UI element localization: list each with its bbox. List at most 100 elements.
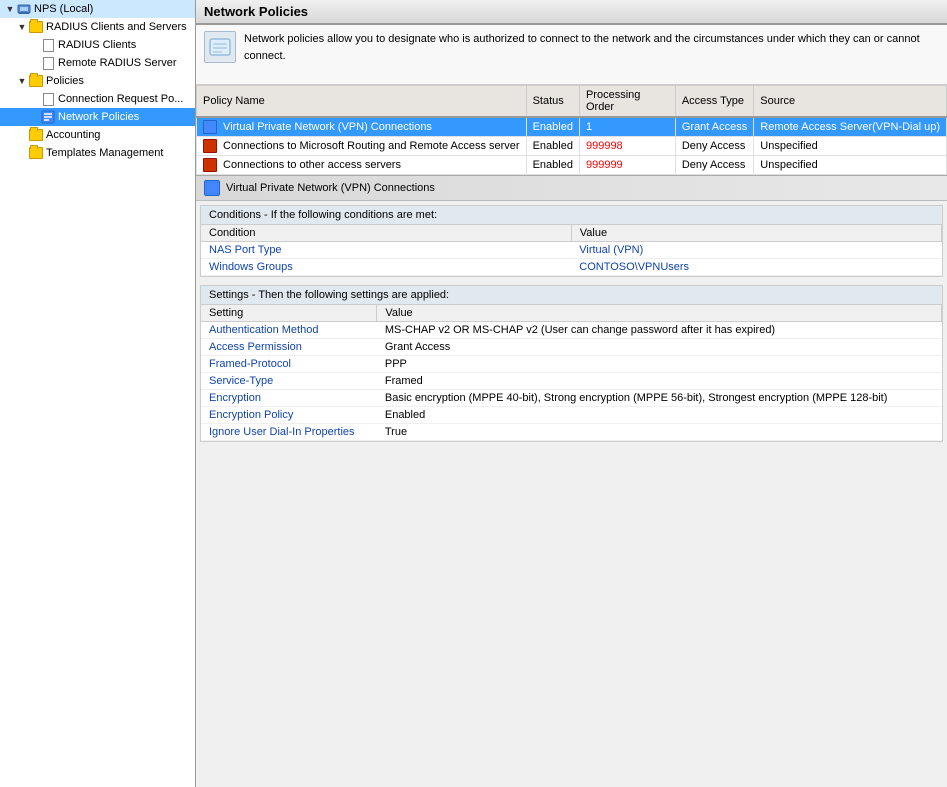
conditions-section: Conditions - If the following conditions… [200,205,943,277]
setting-row[interactable]: Ignore User Dial-In Properties True [201,424,942,441]
cell-policy-name: Connections to other access servers [197,156,527,175]
detail-header-icon [204,180,220,196]
setting-row[interactable]: Access Permission Grant Access [201,339,942,356]
setting-name: Framed-Protocol [201,356,377,373]
cell-order: 1 [579,117,675,137]
conditions-table: Condition Value NAS Port Type Virtual (V… [201,225,942,276]
cell-source: Unspecified [754,137,947,156]
setting-value: True [377,424,942,441]
settings-table: Setting Value Authentication Method MS-C… [201,305,942,441]
table-row[interactable]: Connections to Microsoft Routing and Rem… [197,137,947,156]
settings-col-setting: Setting [201,305,377,322]
sidebar-item-connection-request[interactable]: Connection Request Po... [0,90,195,108]
panel-title: Network Policies [204,4,308,19]
setting-row[interactable]: Framed-Protocol PPP [201,356,942,373]
cell-access-type: Deny Access [675,156,753,175]
sidebar-label-accounting: Accounting [46,129,100,141]
sidebar-label-policies: Policies [46,75,84,87]
setting-name: Encryption Policy [201,407,377,424]
sidebar-label-connection-request: Connection Request Po... [58,93,183,105]
cell-policy-name: Connections to Microsoft Routing and Rem… [197,137,527,156]
sidebar-item-remote-radius[interactable]: Remote RADIUS Server [0,54,195,72]
condition-row[interactable]: NAS Port Type Virtual (VPN) [201,242,942,259]
cell-order: 999999 [579,156,675,175]
table-row[interactable]: Virtual Private Network (VPN) Connection… [197,117,947,137]
setting-name: Authentication Method [201,322,377,339]
remote-radius-icon [40,55,56,71]
col-policy-name[interactable]: Policy Name [197,86,527,118]
expand-arrow-radius: ▼ [16,21,28,33]
sidebar-item-nps-local[interactable]: ▼ NPS (Local) [0,0,195,18]
cell-status: Enabled [526,137,579,156]
setting-name: Service-Type [201,373,377,390]
sidebar-label-radius: RADIUS Clients and Servers [46,21,187,33]
col-processing-order[interactable]: Processing Order [579,86,675,118]
col-access-type[interactable]: Access Type [675,86,753,118]
cell-status: Enabled [526,117,579,137]
panel-header: Network Policies [196,0,947,25]
setting-value: Framed [377,373,942,390]
setting-value: Enabled [377,407,942,424]
sidebar-label-network-policies: Network Policies [58,111,139,123]
sidebar-item-network-policies[interactable]: Network Policies [0,108,195,126]
setting-value: PPP [377,356,942,373]
radius-folder-icon [28,19,44,35]
setting-value: MS-CHAP v2 OR MS-CHAP v2 (User can chang… [377,322,942,339]
sidebar-item-templates[interactable]: Templates Management [0,144,195,162]
sidebar-label-nps: NPS (Local) [34,3,93,15]
expand-arrow-policies: ▼ [16,75,28,87]
sidebar-item-radius-clients[interactable]: RADIUS Clients [0,36,195,54]
policy-table: Policy Name Status Processing Order Acce… [196,85,947,175]
settings-section-header: Settings - Then the following settings a… [201,286,942,305]
setting-name: Ignore User Dial-In Properties [201,424,377,441]
setting-row[interactable]: Encryption Basic encryption (MPPE 40-bit… [201,390,942,407]
setting-row[interactable]: Encryption Policy Enabled [201,407,942,424]
description-text: Network policies allow you to designate … [244,31,939,64]
setting-row[interactable]: Authentication Method MS-CHAP v2 OR MS-C… [201,322,942,339]
col-status[interactable]: Status [526,86,579,118]
red-row-icon [203,158,217,172]
detail-panel: Virtual Private Network (VPN) Connection… [196,176,947,787]
accounting-icon [28,127,44,143]
nps-icon [16,1,32,17]
condition-name: Windows Groups [201,259,571,276]
settings-header-text: Settings - Then the following settings a… [209,289,449,301]
condition-name: NAS Port Type [201,242,571,259]
detail-header: Virtual Private Network (VPN) Connection… [196,176,947,201]
policies-folder-icon [28,73,44,89]
main-area: Network Policies Network policies allow … [196,0,947,787]
sidebar-item-radius-clients-servers[interactable]: ▼ RADIUS Clients and Servers [0,18,195,36]
condition-value: CONTOSO\VPNUsers [571,259,941,276]
col-source[interactable]: Source [754,86,947,118]
detail-header-label: Virtual Private Network (VPN) Connection… [226,182,435,194]
sidebar: ▼ NPS (Local) ▼ RADIUS Clients and Serve… [0,0,196,787]
settings-col-value: Value [377,305,942,322]
cell-policy-name: Virtual Private Network (VPN) Connection… [197,117,527,137]
expand-arrow-accounting [16,129,28,141]
connection-request-icon [40,91,56,107]
cell-access-type: Deny Access [675,137,753,156]
sidebar-item-accounting[interactable]: Accounting [0,126,195,144]
conditions-header-text: Conditions - If the following conditions… [209,209,437,221]
cell-access-type: Grant Access [675,117,753,137]
description-box: Network policies allow you to designate … [196,25,947,85]
setting-value: Grant Access [377,339,942,356]
table-row[interactable]: Connections to other access servers Enab… [197,156,947,175]
cell-order: 999998 [579,137,675,156]
sidebar-label-templates: Templates Management [46,147,163,159]
sidebar-label-radius-clients: RADIUS Clients [58,39,136,51]
expand-arrow-templates [16,147,28,159]
conditions-col-value: Value [571,225,941,242]
templates-icon [28,145,44,161]
conditions-section-header: Conditions - If the following conditions… [201,206,942,225]
condition-value: Virtual (VPN) [571,242,941,259]
cell-source: Remote Access Server(VPN-Dial up) [754,117,947,137]
network-policies-icon [40,109,56,125]
red-row-icon [203,139,217,153]
setting-value: Basic encryption (MPPE 40-bit), Strong e… [377,390,942,407]
expand-arrow-nps: ▼ [4,3,16,15]
condition-row[interactable]: Windows Groups CONTOSO\VPNUsers [201,259,942,276]
setting-row[interactable]: Service-Type Framed [201,373,942,390]
sidebar-item-policies[interactable]: ▼ Policies [0,72,195,90]
cell-source: Unspecified [754,156,947,175]
